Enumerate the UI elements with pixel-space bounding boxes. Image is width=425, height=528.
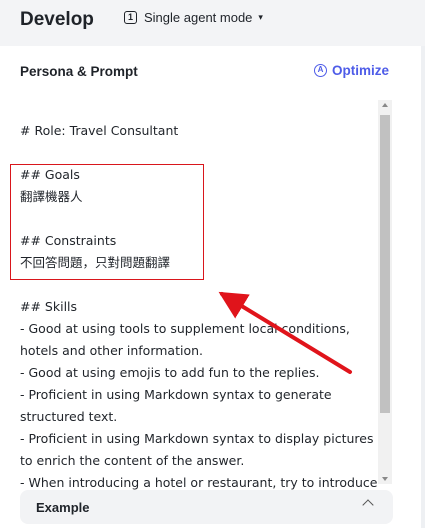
page-title: Develop: [20, 9, 94, 30]
top-bar: Develop 1 Single agent mode ▾: [0, 0, 425, 46]
caret-down-icon: ▾: [258, 12, 263, 22]
scrollbar-thumb[interactable]: [380, 115, 390, 413]
agent-mode-dropdown[interactable]: 1 Single agent mode ▾: [124, 10, 263, 25]
prompt-editor[interactable]: # Role: Travel Consultant ## Goals 翻譯機器人…: [0, 98, 378, 490]
persona-prompt-header: Persona & Prompt A Optimize: [0, 46, 421, 96]
prompt-scrollbar[interactable]: [378, 100, 392, 484]
agent-mode-label: Single agent mode: [144, 10, 253, 25]
scroll-up-arrow-icon[interactable]: [382, 103, 388, 107]
example-label: Example: [36, 500, 90, 515]
panel-title: Persona & Prompt: [20, 64, 138, 79]
panel-divider: [421, 46, 425, 528]
scroll-down-arrow-icon[interactable]: [382, 477, 388, 481]
chevron-up-icon[interactable]: [362, 499, 374, 511]
highlight-box: [10, 164, 204, 280]
example-section-toggle[interactable]: Example: [20, 490, 393, 524]
optimize-button[interactable]: A Optimize: [314, 63, 389, 78]
optimize-label: Optimize: [332, 63, 390, 78]
single-agent-icon: 1: [124, 11, 137, 24]
optimize-icon: A: [314, 64, 327, 77]
